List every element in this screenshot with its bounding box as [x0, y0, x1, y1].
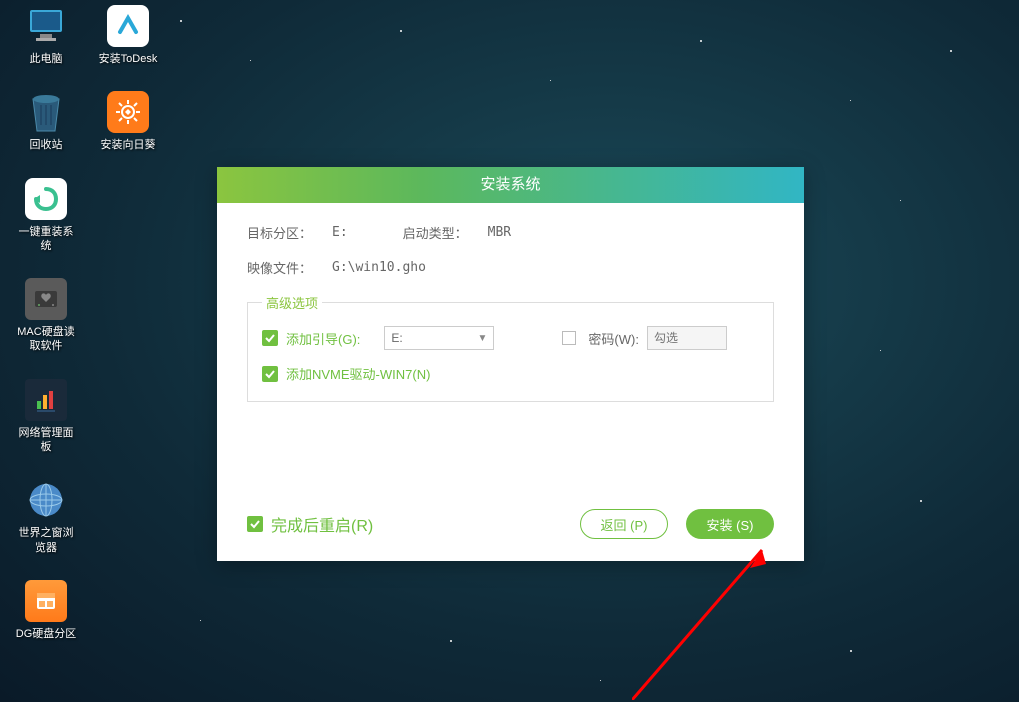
desktop-icon-recycle[interactable]: 回收站 — [15, 91, 77, 152]
add-boot-checkbox[interactable] — [262, 330, 278, 346]
desktop-icon-label: MAC硬盘读取软件 — [15, 325, 77, 354]
desktop-icon-diskgenius[interactable]: DG硬盘分区 — [15, 580, 77, 641]
desktop-icon-label: 回收站 — [30, 138, 63, 152]
back-button[interactable]: 返回 (P) — [580, 509, 668, 539]
add-boot-dropdown[interactable]: E: ▼ — [384, 326, 494, 350]
globe-icon — [25, 479, 67, 521]
image-file-label: 映像文件： — [247, 258, 332, 277]
target-partition-label: 目标分区： — [247, 223, 332, 242]
desktop-icon-label: 世界之窗浏览器 — [15, 526, 77, 555]
desktop-icon-browser[interactable]: 世界之窗浏览器 — [15, 479, 77, 555]
desktop-icon-label: 此电脑 — [30, 52, 63, 66]
dialog-title: 安装系统 — [217, 167, 804, 203]
password-checkbox[interactable] — [562, 331, 576, 345]
nvme-checkbox[interactable] — [262, 366, 278, 382]
desktop-icon-label: 安装ToDesk — [99, 52, 158, 66]
restart-label: 完成后重启(R) — [271, 512, 373, 536]
monitor-icon — [25, 5, 67, 47]
annotation-arrow — [632, 540, 802, 700]
nvme-label: 添加NVME驱动-WIN7(N) — [286, 364, 430, 383]
sunflower-icon — [107, 91, 149, 133]
mac-disk-icon — [25, 278, 67, 320]
desktop-icon-label: 一键重装系统 — [15, 225, 77, 254]
desktop-icon-reinstall[interactable]: 一键重装系统 — [15, 178, 77, 254]
network-panel-icon — [25, 379, 67, 421]
recycle-bin-icon — [25, 91, 67, 133]
desktop-icon-sunflower[interactable]: 安装向日葵 — [97, 91, 159, 152]
password-input[interactable] — [647, 326, 727, 350]
add-boot-dropdown-value: E: — [391, 331, 402, 345]
desktop-icon-network-panel[interactable]: 网络管理面板 — [15, 379, 77, 455]
desktop-icon-label: 安装向日葵 — [101, 138, 156, 152]
add-boot-label: 添加引导(G): — [286, 329, 360, 348]
install-button[interactable]: 安装 (S) — [686, 509, 774, 539]
install-dialog: 安装系统 目标分区： E: 启动类型： MBR 映像文件： G:\win10.g… — [217, 167, 804, 561]
check-icon — [249, 518, 261, 530]
image-file-value: G:\win10.gho — [332, 260, 426, 275]
target-partition-value: E: — [332, 225, 348, 240]
password-label: 密码(W): — [588, 329, 639, 348]
desktop-icon-this-pc[interactable]: 此电脑 — [15, 5, 77, 66]
check-icon — [264, 332, 276, 344]
restart-checkbox[interactable] — [247, 516, 263, 532]
desktop-icon-mac-disk[interactable]: MAC硬盘读取软件 — [15, 278, 77, 354]
desktop-icon-label: 网络管理面板 — [15, 426, 77, 455]
todesk-icon — [107, 5, 149, 47]
reinstall-icon — [25, 178, 67, 220]
desktop-icon-label: DG硬盘分区 — [16, 627, 77, 641]
diskgenius-icon — [25, 580, 67, 622]
advanced-options-fieldset: 高级选项 添加引导(G): E: ▼ 密码(W): 添加NVME驱动-WIN7(… — [247, 293, 774, 402]
boot-type-label: 启动类型： — [403, 223, 488, 242]
chevron-down-icon: ▼ — [477, 333, 487, 344]
desktop-icon-todesk[interactable]: 安装ToDesk — [97, 5, 159, 66]
advanced-options-legend: 高级选项 — [262, 293, 322, 312]
check-icon — [264, 368, 276, 380]
boot-type-value: MBR — [488, 225, 511, 240]
